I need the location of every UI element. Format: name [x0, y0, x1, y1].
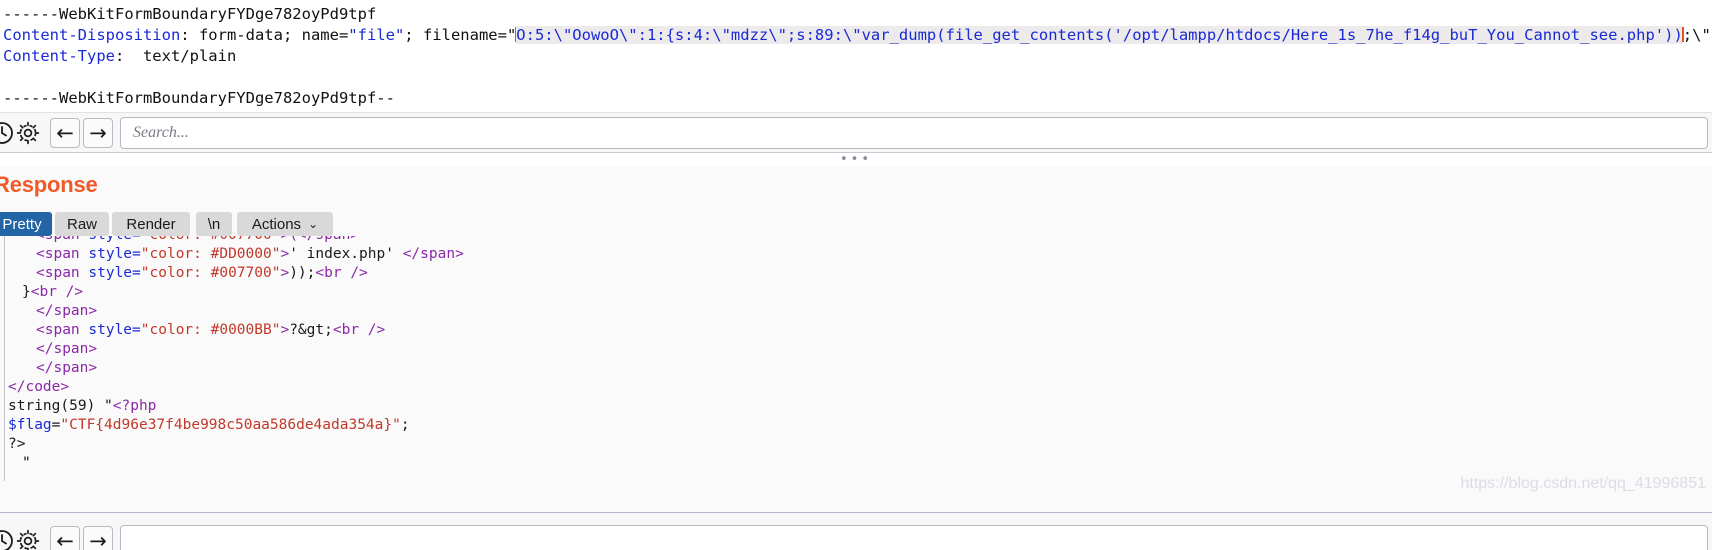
- code-token-var: $flag: [8, 417, 52, 433]
- code-token-tag: >: [280, 322, 290, 338]
- tab-label: Actions: [251, 215, 302, 233]
- code-line: $flag="CTF{4d96e37f4be998c50aa586de4ada3…: [8, 416, 410, 435]
- search-input-bottom[interactable]: [120, 525, 1708, 550]
- code-line: </span>: [8, 340, 97, 359]
- serialized-payload-before-cursor: O:5:\"OowoO\":1:{s:4:\"mdzz\";s:89:\"var…: [516, 26, 1683, 44]
- content-disposition-filename-label: ; filename=: [404, 26, 507, 44]
- code-token-tag: <br />: [315, 265, 368, 281]
- code-token-tag: </span>: [36, 360, 98, 376]
- back-button-bottom[interactable]: ←: [50, 526, 80, 550]
- code-line: </span>: [8, 302, 97, 321]
- tab-actions[interactable]: Actions ⌄: [237, 212, 333, 236]
- code-token-attr: style=: [88, 265, 141, 281]
- code-token-tag: <br />: [332, 322, 386, 338]
- tab-raw[interactable]: Raw: [55, 212, 109, 236]
- back-button[interactable]: ←: [50, 118, 80, 148]
- code-token-txt: ": [104, 398, 113, 414]
- code-token-attr: style=: [88, 246, 141, 262]
- code-token-txt: ;: [400, 417, 410, 433]
- code-token-txt: ?&gt;: [289, 322, 333, 338]
- code-token-str: "color: #DD0000": [140, 246, 281, 262]
- code-line: }<br />: [8, 283, 83, 302]
- csdn-watermark: https://blog.csdn.net/qq_41996851: [1460, 475, 1706, 492]
- splitter-handle-dots: •••: [839, 152, 872, 167]
- code-line: string(59) "<?php: [8, 397, 156, 416]
- code-line: ?>: [8, 435, 25, 454]
- serialized-payload-after-cursor: ;\";}": [1682, 26, 1712, 44]
- code-token-txt: ));: [289, 265, 316, 281]
- forward-button[interactable]: →: [83, 118, 113, 148]
- content-type-header-name: Content-Type: [3, 47, 115, 65]
- code-token-attr: style=: [88, 322, 141, 338]
- code-line: <span style="color: #007700">(</span>: [8, 236, 359, 245]
- code-token-tag: <br />: [30, 284, 84, 300]
- response-pane: Response Pretty Raw Render \n Actions ⌄ <span…: [0, 166, 1712, 549]
- code-line: <span style="color: #007700">));<br />: [8, 264, 368, 283]
- tab-label: \n: [207, 215, 221, 233]
- code-token-str: "color: #007700": [141, 236, 281, 243]
- content-disposition-value-prefix: : form-data; name=: [180, 26, 349, 44]
- tab-label: Pretty: [2, 215, 42, 233]
- code-gutter-line: [4, 236, 5, 481]
- request-boundary-close: ------WebKitFormBoundaryFYDge782oyPd9tpf…: [3, 89, 395, 107]
- chevron-down-icon: ⌄: [308, 217, 319, 231]
- code-token-tag: <span: [36, 265, 89, 281]
- code-token-str: "color: #0000BB": [140, 322, 281, 338]
- response-toolbar: ← →: [0, 512, 1712, 550]
- pane-splitter[interactable]: •••: [0, 152, 1712, 167]
- code-token-txt: ": [22, 455, 31, 471]
- code-token-tag: <span: [36, 322, 89, 338]
- code-token-tag: <span: [36, 246, 89, 262]
- tab-label: Raw: [66, 215, 97, 233]
- request-content-type-line: Content-Type: text/plain: [3, 46, 236, 67]
- code-token-tag: >: [280, 265, 290, 281]
- code-token-tag: >(</span>: [280, 236, 359, 243]
- search-input[interactable]: Search...: [120, 117, 1708, 149]
- tab-label: Render: [126, 215, 176, 233]
- request-headers-pane[interactable]: ------WebKitFormBoundaryFYDge782oyPd9tpf…: [0, 0, 1712, 112]
- code-token-txt: }: [22, 284, 31, 300]
- forward-button-bottom[interactable]: →: [83, 526, 113, 550]
- request-content-disposition-line: Content-Disposition: form-data; name="fi…: [3, 25, 1712, 46]
- code-token-txt: ' index.php': [289, 246, 403, 262]
- content-disposition-name-value: "file": [348, 26, 405, 44]
- code-token-txt: string(59): [8, 398, 105, 414]
- code-token-tag: </span>: [402, 246, 464, 262]
- request-boundary-open: ------WebKitFormBoundaryFYDge782oyPd9tpf: [3, 5, 377, 23]
- code-token-txt: ?>: [8, 436, 26, 452]
- code-token-tag: </code>: [8, 379, 70, 395]
- tab-render[interactable]: Render: [112, 212, 190, 236]
- response-title: Response: [0, 172, 98, 197]
- code-token-str: "color: #007700": [140, 265, 281, 281]
- code-token-tag: <span: [36, 236, 88, 243]
- code-line: </span>: [8, 359, 97, 378]
- tab-pretty[interactable]: Pretty: [0, 212, 52, 236]
- request-toolbar: ← → Search...: [0, 112, 1712, 153]
- code-token-tag: </span>: [36, 341, 98, 357]
- code-token-attr: style=: [88, 236, 140, 243]
- code-token-php: <?php: [112, 398, 157, 414]
- response-body-viewer[interactable]: <span style="color: #007700">(</span><sp…: [0, 236, 1712, 481]
- code-line: <span style="color: #DD0000">' index.php…: [8, 245, 464, 264]
- content-type-header-value: : text/plain: [114, 47, 237, 65]
- code-line: </code>: [8, 378, 69, 397]
- code-line: <span style="color: #0000BB">?&gt;<br />: [8, 321, 385, 340]
- gear-icon-bottom[interactable]: [14, 527, 42, 550]
- code-line: ": [8, 454, 31, 473]
- code-token-tag: </span>: [36, 303, 98, 319]
- code-token-tag: >: [280, 246, 290, 262]
- code-token-str: "CTF{4d96e37f4be998c50aa586de4ada354a}": [60, 417, 401, 433]
- content-disposition-header-name: Content-Disposition: [3, 26, 181, 44]
- gear-icon[interactable]: [14, 119, 42, 147]
- tab-n[interactable]: \n: [196, 212, 232, 236]
